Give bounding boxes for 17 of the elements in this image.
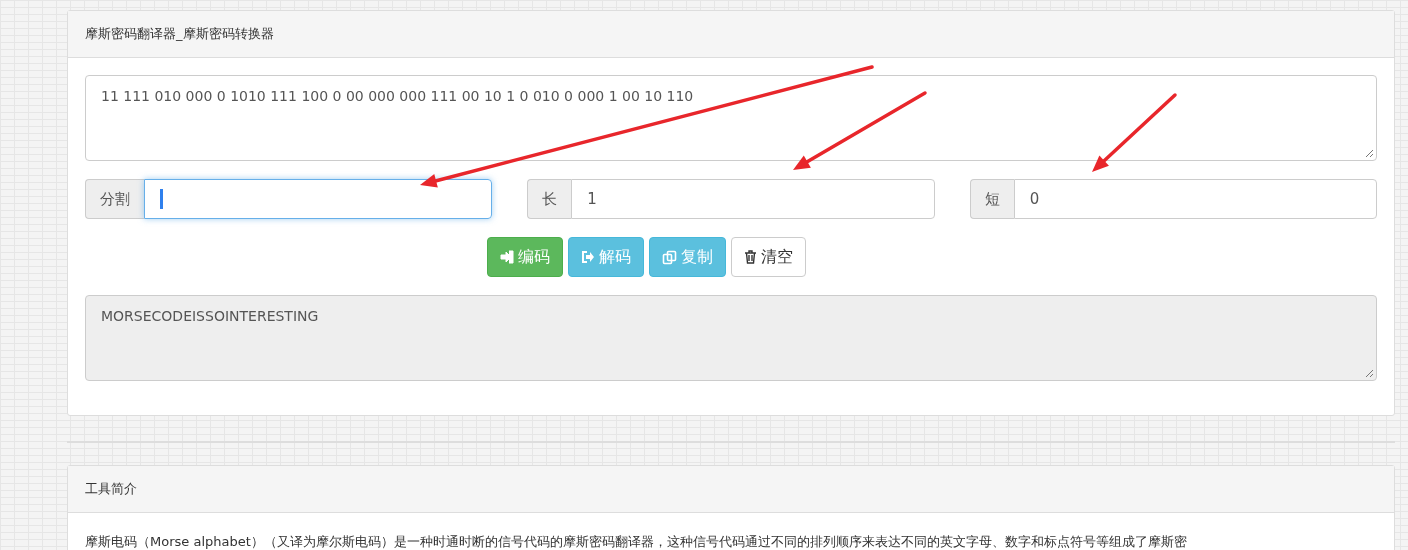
field-label: 短 bbox=[969, 179, 1014, 219]
text-field[interactable]: 0 bbox=[1013, 179, 1377, 219]
sign-out-icon bbox=[580, 250, 595, 264]
clear-button[interactable]: 清空 bbox=[730, 237, 806, 277]
card-title: 工具简介 bbox=[85, 480, 137, 498]
trash-icon bbox=[743, 250, 757, 264]
intro-text: 摩斯电码（Morse alphabet）（又译为摩尔斯电码）是一种时通时断的信号代码的摩斯密码翻译器，这种信号代码通过不同的排列顺序来表达不同的英文字母、数字和标点符号等组成了摩斯密 bbox=[84, 533, 1188, 550]
field-label: 分割 bbox=[85, 179, 144, 219]
resize-grip-icon[interactable] bbox=[1365, 149, 1373, 157]
resize-grip-icon[interactable] bbox=[1365, 369, 1373, 377]
field-label: 长 bbox=[527, 179, 572, 219]
copy-icon bbox=[661, 249, 677, 265]
output-field[interactable]: MORSECODEISSOINTERESTING bbox=[85, 295, 1377, 381]
input-field[interactable]: 11 111 010 000 0 1010 111 100 0 00 000 000 111 00 10 1 0 010 0 000 1 00 10 110 bbox=[85, 75, 1377, 161]
text-field[interactable] bbox=[144, 179, 493, 219]
card-title: 摩斯密码翻译器_摩斯密码转换器 bbox=[85, 25, 274, 43]
text-field[interactable]: 1 bbox=[571, 179, 935, 219]
